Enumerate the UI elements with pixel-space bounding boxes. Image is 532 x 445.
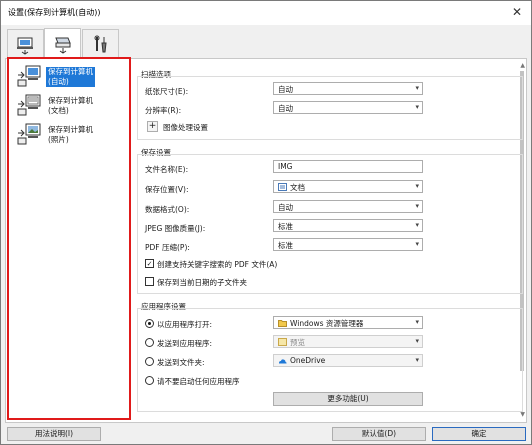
file-name-value: IMG bbox=[278, 162, 293, 171]
list-item-save-auto[interactable]: 保存到计算机 (自动) bbox=[13, 63, 129, 91]
chevron-down-icon: ▾ bbox=[415, 356, 419, 364]
jpeg-quality-value: 标准 bbox=[278, 222, 293, 231]
chevron-down-icon: ▾ bbox=[415, 84, 419, 92]
paper-size-value: 自动 bbox=[278, 85, 293, 94]
scroll-up-icon[interactable]: ▲ bbox=[520, 62, 525, 69]
resolution-select[interactable]: 自动 ▾ bbox=[273, 101, 423, 114]
data-format-label: 数据格式(O): bbox=[145, 205, 190, 214]
send-to-folder-value: OneDrive bbox=[290, 356, 326, 365]
save-photo-icon bbox=[17, 123, 41, 145]
resolution-label: 分辨率(R): bbox=[145, 106, 182, 115]
save-in-select[interactable]: 文档 ▾ bbox=[273, 180, 423, 193]
send-to-folder-select[interactable]: OneDrive ▾ bbox=[273, 354, 423, 367]
title-bar: 设置(保存到计算机(自动)) ✕ bbox=[1, 1, 531, 25]
open-with-label: 以应用程序打开: bbox=[157, 320, 213, 329]
open-with-select[interactable]: Windows 资源管理器 ▾ bbox=[273, 316, 423, 329]
pdf-compression-value: 标准 bbox=[278, 241, 293, 250]
chevron-down-icon: ▾ bbox=[415, 318, 419, 326]
send-to-app-label: 发送到应用程序: bbox=[157, 339, 213, 348]
open-with-value: Windows 资源管理器 bbox=[290, 319, 364, 328]
save-in-label: 保存位置(V): bbox=[145, 185, 189, 194]
save-document-icon bbox=[17, 94, 41, 116]
send-to-folder-label: 发送到文件夹: bbox=[157, 358, 205, 367]
send-to-app-radio[interactable] bbox=[145, 338, 154, 347]
list-item-label-line1: 保存到计算机 bbox=[48, 67, 93, 76]
tab-scan-from-operation-panel[interactable] bbox=[44, 28, 81, 59]
send-to-folder-radio[interactable] bbox=[145, 357, 154, 366]
window-title: 设置(保存到计算机(自动)) bbox=[8, 8, 101, 17]
list-item-label-line2: (自动) bbox=[48, 77, 69, 86]
do-not-start-radio[interactable] bbox=[145, 376, 154, 385]
open-with-radio[interactable] bbox=[145, 319, 154, 328]
computer-scan-icon bbox=[17, 37, 33, 55]
onedrive-icon bbox=[279, 359, 287, 364]
list-item-save-photo[interactable]: 保存到计算机 (照片) bbox=[13, 121, 129, 149]
tab-scan-from-computer[interactable] bbox=[7, 29, 44, 59]
file-name-label: 文件名称(E): bbox=[145, 165, 189, 174]
settings-window: 设置(保存到计算机(自动)) ✕ 保存到计算机 (自动) 保存到计算机 (文档)… bbox=[0, 0, 532, 445]
chevron-down-icon: ▾ bbox=[415, 182, 419, 190]
date-subfolder-label: 保存到当前日期的子文件夹 bbox=[157, 278, 247, 287]
paper-size-select[interactable]: 自动 ▾ bbox=[273, 82, 423, 95]
more-functions-button[interactable]: 更多功能(U) bbox=[273, 392, 423, 406]
keyword-pdf-checkbox[interactable]: ✓ bbox=[145, 259, 154, 268]
pdf-compression-select[interactable]: 标准 ▾ bbox=[273, 238, 423, 251]
save-in-value: 文档 bbox=[290, 183, 305, 192]
do-not-start-label: 请不要启动任何应用程序 bbox=[157, 377, 240, 386]
pdf-compression-label: PDF 压缩(P): bbox=[145, 243, 190, 252]
chevron-down-icon: ▾ bbox=[415, 221, 419, 229]
expand-image-processing-button[interactable]: + bbox=[147, 121, 158, 132]
list-item-save-document[interactable]: 保存到计算机 (文档) bbox=[13, 92, 129, 120]
image-processing-label[interactable]: 图像处理设置 bbox=[163, 122, 208, 133]
chevron-down-icon: ▾ bbox=[415, 202, 419, 210]
chevron-down-icon: ▾ bbox=[415, 240, 419, 248]
list-item-label-line2: (照片) bbox=[48, 135, 69, 144]
ok-button[interactable]: 确定 bbox=[432, 427, 526, 441]
scanner-icon bbox=[55, 37, 71, 54]
list-item-label: 保存到计算机 (文档) bbox=[48, 96, 93, 116]
list-item-label-line1: 保存到计算机 bbox=[48, 125, 93, 134]
data-format-value: 自动 bbox=[278, 203, 293, 212]
tab-general-settings[interactable] bbox=[82, 29, 119, 59]
list-item-label: 保存到计算机 (自动) bbox=[46, 67, 95, 87]
document-folder-icon bbox=[278, 183, 287, 191]
send-to-app-value: 预览 bbox=[290, 338, 305, 347]
jpeg-quality-label: JPEG 图像质量(J): bbox=[145, 224, 206, 233]
scan-mode-list: 保存到计算机 (自动) 保存到计算机 (文档) 保存到计算机 (照片) bbox=[7, 57, 131, 420]
instructions-button[interactable]: 用法说明(I) bbox=[7, 427, 101, 441]
scroll-down-icon[interactable]: ▼ bbox=[520, 411, 525, 418]
data-format-select[interactable]: 自动 ▾ bbox=[273, 200, 423, 213]
list-item-label-line2: (文档) bbox=[48, 106, 69, 115]
close-button[interactable]: ✕ bbox=[509, 4, 525, 20]
send-to-app-select[interactable]: 预览 ▾ bbox=[273, 335, 423, 348]
resolution-value: 自动 bbox=[278, 104, 293, 113]
tools-icon bbox=[94, 35, 107, 53]
folder-icon bbox=[278, 320, 287, 327]
paper-size-label: 纸张尺寸(E): bbox=[145, 87, 189, 96]
defaults-button[interactable]: 默认值(D) bbox=[332, 427, 426, 441]
date-subfolder-checkbox[interactable] bbox=[145, 277, 154, 286]
save-auto-icon bbox=[17, 65, 41, 87]
keyword-pdf-label: 创建支持关键字搜索的 PDF 文件(A) bbox=[157, 260, 278, 269]
jpeg-quality-select[interactable]: 标准 ▾ bbox=[273, 219, 423, 232]
file-name-input[interactable]: IMG bbox=[273, 160, 423, 173]
list-item-label: 保存到计算机 (照片) bbox=[48, 125, 93, 145]
preview-app-icon bbox=[278, 338, 287, 346]
chevron-down-icon: ▾ bbox=[415, 103, 419, 111]
list-item-label-line1: 保存到计算机 bbox=[48, 96, 93, 105]
chevron-down-icon: ▾ bbox=[415, 337, 419, 345]
